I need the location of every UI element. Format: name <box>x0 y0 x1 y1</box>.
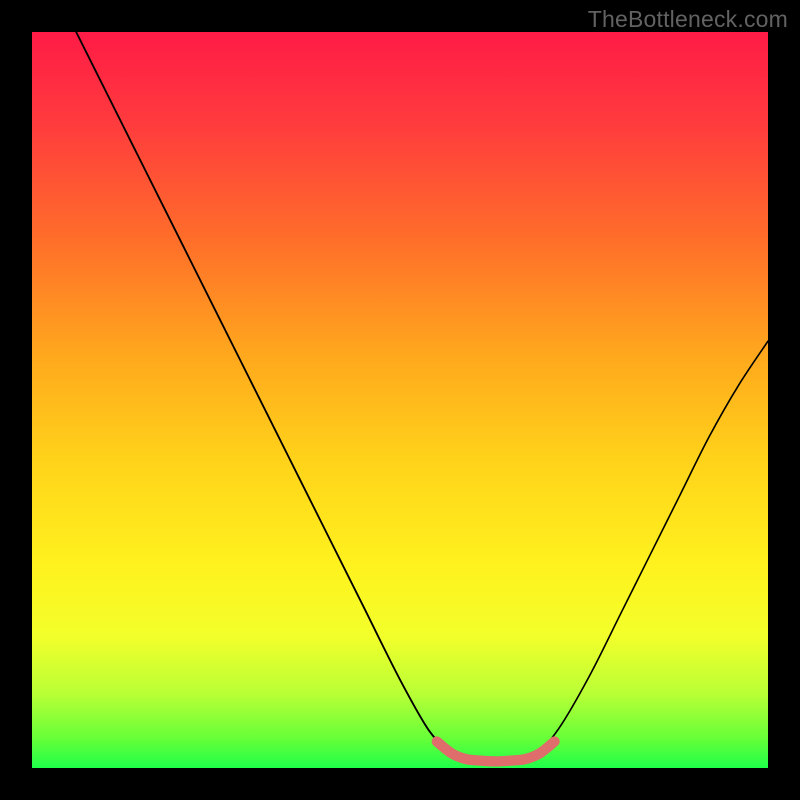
valley-bump-path <box>437 742 555 762</box>
watermark-label: TheBottleneck.com <box>588 6 788 33</box>
left-curve-path <box>76 32 451 753</box>
chart-frame: TheBottleneck.com <box>0 0 800 800</box>
curve-layer <box>32 32 768 768</box>
right-curve-path <box>540 341 768 753</box>
plot-area <box>32 32 768 768</box>
